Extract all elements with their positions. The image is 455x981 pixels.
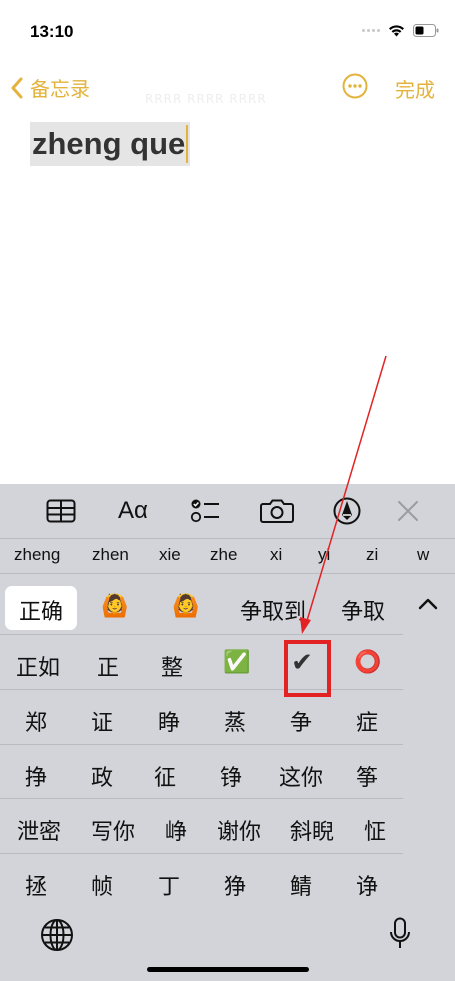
annotation-arrow [300,355,387,634]
